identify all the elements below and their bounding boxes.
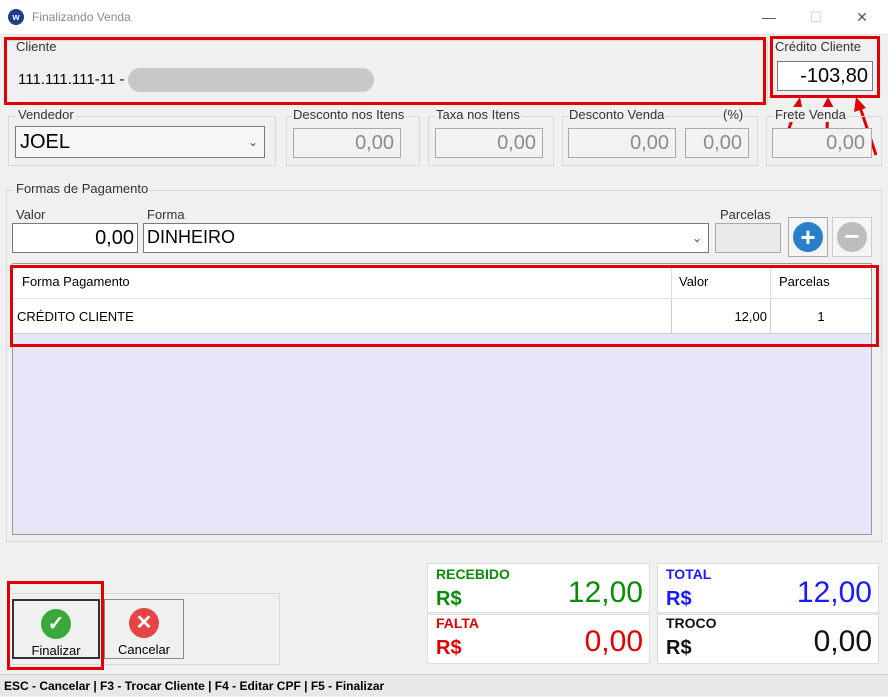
title-bar: w Finalizando Venda — ☐ ✕ [0,0,888,35]
window-title: Finalizando Venda [32,10,131,24]
falta-currency: R$ [436,637,462,659]
remove-payment-button[interactable]: − [832,217,872,257]
minimize-button[interactable]: — [757,6,781,28]
highlight-cliente [4,37,766,105]
taxa-itens-label: Taxa nos Itens [435,107,521,122]
total-panel: TOTAL R$ 12,00 [657,563,879,613]
cancelar-button[interactable]: ✕ Cancelar [104,599,184,659]
highlight-table [10,265,879,347]
troco-currency: R$ [666,637,692,659]
recebido-currency: R$ [436,588,462,610]
falta-label: FALTA [436,615,480,631]
shortcut-status-bar: ESC - Cancelar | F3 - Trocar Cliente | F… [0,674,888,696]
valor-label: Valor [16,207,46,222]
recebido-label: RECEBIDO [436,566,510,582]
vendedor-label: Vendedor [16,107,76,122]
chevron-down-icon: ⌄ [691,231,702,245]
recebido-panel: RECEBIDO R$ 12,00 [427,563,650,613]
plus-icon: + [793,222,823,252]
desconto-venda-field: 0,00 [568,128,676,158]
frete-label: Frete Venda [774,107,847,122]
valor-input[interactable]: 0,00 [12,223,138,253]
app-logo-icon: w [8,9,24,25]
highlight-finalizar [7,581,104,670]
desconto-venda-label: Desconto Venda [568,107,666,122]
x-icon: ✕ [129,608,159,638]
maximize-button[interactable]: ☐ [804,6,828,28]
desconto-itens-field: 0,00 [293,128,401,158]
minus-icon: − [837,222,867,252]
desconto-itens-label: Desconto nos Itens [292,107,406,122]
pagamento-title: Formas de Pagamento [14,181,151,196]
vendedor-select[interactable]: JOEL ⌄ [15,126,265,158]
total-value: 12,00 [796,576,872,609]
parcelas-label: Parcelas [720,207,771,222]
cancelar-label: Cancelar [117,642,171,657]
falta-panel: FALTA R$ 0,00 [427,614,650,664]
add-payment-button[interactable]: + [788,217,828,257]
troco-value: 0,00 [813,625,872,658]
vendedor-value: JOEL [20,131,71,153]
troco-panel: TROCO R$ 0,00 [657,614,879,664]
forma-label: Forma [147,207,185,222]
desconto-venda-pct-field: 0,00 [685,128,749,158]
forma-select[interactable]: DINHEIRO ⌄ [143,223,709,253]
chevron-down-icon: ⌄ [247,135,258,149]
parcelas-input[interactable] [715,223,781,253]
recebido-value: 12,00 [567,576,643,609]
total-currency: R$ [666,588,692,610]
troco-label: TROCO [666,615,717,631]
total-label: TOTAL [666,566,712,582]
close-button[interactable]: ✕ [850,6,874,28]
taxa-itens-field: 0,00 [435,128,543,158]
frete-field: 0,00 [772,128,872,158]
desconto-venda-pct-label: (%) [722,107,745,122]
forma-value: DINHEIRO [147,227,236,247]
falta-value: 0,00 [584,625,643,658]
highlight-credito [770,36,880,98]
